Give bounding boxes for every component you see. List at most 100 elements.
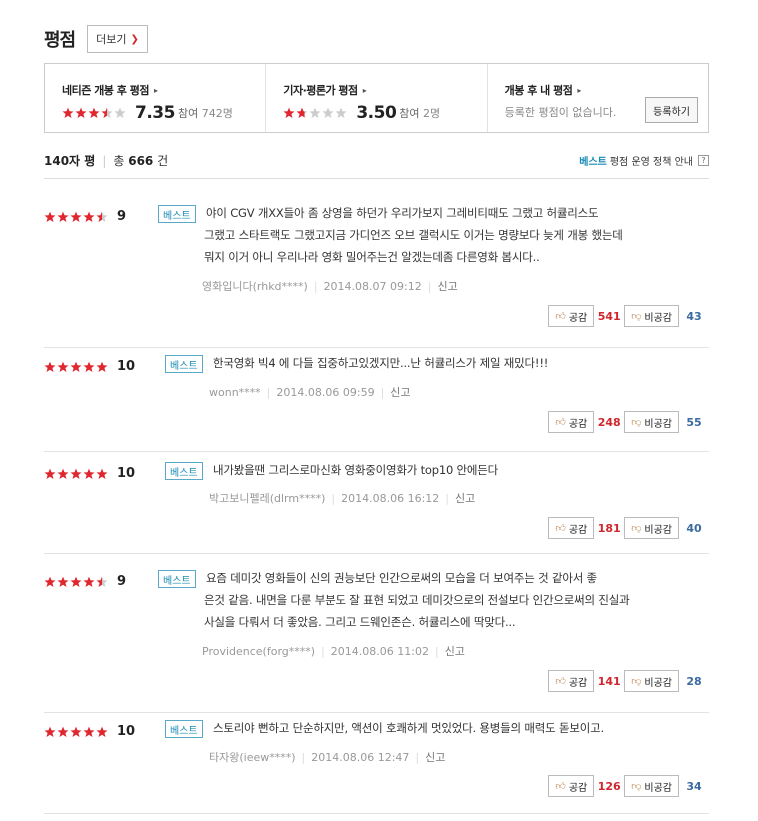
like-label: 공감 bbox=[568, 782, 588, 794]
dislike-label: 비공감 bbox=[644, 782, 672, 794]
star-icon bbox=[96, 468, 108, 480]
star-icon bbox=[335, 107, 347, 119]
review-text-line: 요즘 데미갓 영화들이 신의 권능보단 인간으로써의 모습을 더 보여주는 것 … bbox=[206, 571, 597, 585]
like-button[interactable]: 👍︎ 공감 bbox=[548, 670, 595, 692]
critic-score: 3.50 bbox=[356, 103, 397, 123]
vote-group: 👍︎ 공감 141 👎︎ 비공감 28 bbox=[548, 670, 709, 692]
star-icon bbox=[83, 211, 95, 223]
ratings-header: 평점 더보기 ❯ bbox=[44, 24, 148, 54]
like-button[interactable]: 👍︎ 공감 bbox=[548, 411, 595, 433]
review-text: 스토리야 뻔하고 단순하지만, 액션이 호쾌하게 멋있었다. 용병들의 매력도 … bbox=[211, 717, 699, 739]
review-text-line: 그랬고 스타트랙도 그랬고지금 가디언즈 오브 갤럭시도 이거는 명량보다 늦게… bbox=[204, 228, 623, 242]
divider: | bbox=[434, 644, 439, 658]
star-icon bbox=[44, 211, 56, 223]
review-author[interactable]: 영화입니다(rhkd****) bbox=[202, 278, 308, 294]
review-type-label: 140자 평 bbox=[44, 154, 96, 168]
dislike-button[interactable]: 👎︎ 비공감 bbox=[624, 305, 679, 327]
thumbs-down-icon: 👎︎ bbox=[631, 781, 642, 792]
like-count: 141 bbox=[597, 674, 621, 688]
participants-count: 742명 bbox=[201, 107, 233, 120]
thumbs-up-icon: 👍︎ bbox=[555, 781, 566, 792]
dislike-count: 34 bbox=[686, 779, 702, 793]
review-author[interactable]: wonn**** bbox=[209, 386, 261, 399]
report-link[interactable]: 신고 bbox=[445, 643, 465, 659]
vote-group: 👍︎ 공감 248 👎︎ 비공감 55 bbox=[548, 411, 709, 433]
star-icon bbox=[44, 576, 56, 588]
my-rating-label: 개봉 후 내 평점 bbox=[504, 84, 573, 97]
total-number: 666 bbox=[128, 154, 154, 168]
like-button[interactable]: 👍︎ 공감 bbox=[548, 517, 595, 539]
dislike-label: 비공감 bbox=[644, 312, 672, 324]
dislike-count: 43 bbox=[686, 309, 702, 323]
vote-group: 👍︎ 공감 541 👎︎ 비공감 43 bbox=[548, 305, 709, 327]
section-title: 평점 bbox=[44, 30, 76, 51]
thumbs-up-icon: 👍︎ bbox=[555, 311, 566, 322]
review-divider bbox=[44, 451, 709, 452]
netizen-rating: 네티즌 개봉 후 평점 ▸ 7.35 참여 742명 bbox=[45, 64, 265, 132]
like-button[interactable]: 👍︎ 공감 bbox=[548, 305, 595, 327]
star-icon bbox=[83, 361, 95, 373]
star-rating bbox=[44, 211, 109, 223]
divider: | bbox=[102, 153, 107, 168]
review-meta: 박고보니펠레(dlrm****) | 2014.08.06 16:12 | 신고 bbox=[209, 490, 475, 506]
netizen-rating-title[interactable]: 네티즌 개봉 후 평점 ▸ bbox=[62, 82, 265, 98]
star-rating bbox=[44, 576, 109, 588]
rating-summary: 네티즌 개봉 후 평점 ▸ 7.35 참여 742명 기자·평론가 평점 ▸ 3.5… bbox=[44, 63, 709, 133]
report-link[interactable]: 신고 bbox=[425, 749, 445, 765]
review-author[interactable]: 박고보니펠레(dlrm****) bbox=[209, 490, 325, 506]
thumbs-down-icon: 👎︎ bbox=[631, 417, 642, 428]
dislike-button[interactable]: 👎︎ 비공감 bbox=[624, 670, 679, 692]
review-date: 2014.08.06 09:59 bbox=[276, 385, 375, 399]
divider: | bbox=[313, 279, 318, 293]
review-meta: wonn**** | 2014.08.06 09:59 | 신고 bbox=[209, 384, 411, 400]
more-button[interactable]: 더보기 ❯ bbox=[87, 25, 148, 53]
help-icon[interactable]: ? bbox=[698, 155, 709, 166]
critic-rating-title[interactable]: 기자·평론가 평점 ▸ bbox=[283, 82, 486, 98]
vote-group: 👍︎ 공감 126 👎︎ 비공감 34 bbox=[548, 775, 709, 797]
participants-prefix: 참여 bbox=[399, 107, 420, 120]
dislike-button[interactable]: 👎︎ 비공감 bbox=[624, 517, 679, 539]
dislike-label: 비공감 bbox=[644, 677, 672, 689]
netizen-score: 7.35 bbox=[135, 103, 175, 123]
dislike-button[interactable]: 👎︎ 비공감 bbox=[624, 411, 679, 433]
register-button[interactable]: 등록하기 bbox=[645, 97, 698, 123]
divider bbox=[44, 178, 709, 179]
star-icon bbox=[44, 468, 56, 480]
vote-group: 👍︎ 공감 181 👎︎ 비공감 40 bbox=[548, 517, 709, 539]
review-text-line: 은것 같음. 내면을 다룬 부분도 잘 표현 되었고 데미갓으로의 전설보다 인… bbox=[204, 593, 630, 607]
report-link[interactable]: 신고 bbox=[390, 384, 410, 400]
star-icon bbox=[309, 107, 321, 119]
dislike-label: 비공감 bbox=[644, 524, 672, 536]
review-rating: 9 bbox=[44, 209, 126, 224]
review-count-row: 140자 평 | 총 666 건 베스트 평점 운영 정책 안내 ? bbox=[44, 152, 709, 169]
star-icon bbox=[83, 468, 95, 480]
report-link[interactable]: 신고 bbox=[437, 278, 457, 294]
review-text: 야이 CGV 개XX들아 좀 상영을 하던가 우리가보지 그레비티때도 그랬고 … bbox=[204, 202, 699, 268]
best-badge: 베스트 bbox=[165, 720, 203, 738]
star-icon bbox=[70, 361, 82, 373]
my-rating-title[interactable]: 개봉 후 내 평점 ▸ bbox=[505, 82, 708, 98]
review-score: 10 bbox=[117, 466, 136, 481]
review-rating: 10 bbox=[44, 724, 135, 739]
star-rating bbox=[44, 468, 109, 480]
star-icon bbox=[96, 726, 108, 738]
review-score: 9 bbox=[117, 209, 127, 224]
review-date: 2014.08.06 11:02 bbox=[330, 644, 429, 658]
my-rating: 개봉 후 내 평점 ▸ 등록한 평점이 없습니다. 등록하기 bbox=[486, 64, 708, 132]
divider: | bbox=[415, 750, 420, 764]
like-label: 공감 bbox=[568, 312, 588, 324]
like-count: 541 bbox=[597, 309, 621, 323]
like-count: 248 bbox=[597, 415, 621, 429]
like-label: 공감 bbox=[568, 677, 588, 689]
star-icon bbox=[322, 107, 334, 119]
dislike-button[interactable]: 👎︎ 비공감 bbox=[624, 775, 679, 797]
review-author[interactable]: 타자왕(ieew****) bbox=[209, 749, 296, 765]
star-rating bbox=[283, 107, 348, 119]
review-text-line: 한국영화 빅4 에 다들 집중하고있겠지만...난 허큘리스가 제일 재밌다!!… bbox=[213, 356, 549, 370]
review-divider bbox=[44, 553, 709, 554]
policy-link[interactable]: 베스트 평점 운영 정책 안내 ? bbox=[579, 153, 709, 168]
like-button[interactable]: 👍︎ 공감 bbox=[548, 775, 595, 797]
review-author[interactable]: Providence(forg****) bbox=[202, 645, 315, 658]
report-link[interactable]: 신고 bbox=[455, 490, 475, 506]
best-badge: 베스트 bbox=[165, 462, 203, 480]
